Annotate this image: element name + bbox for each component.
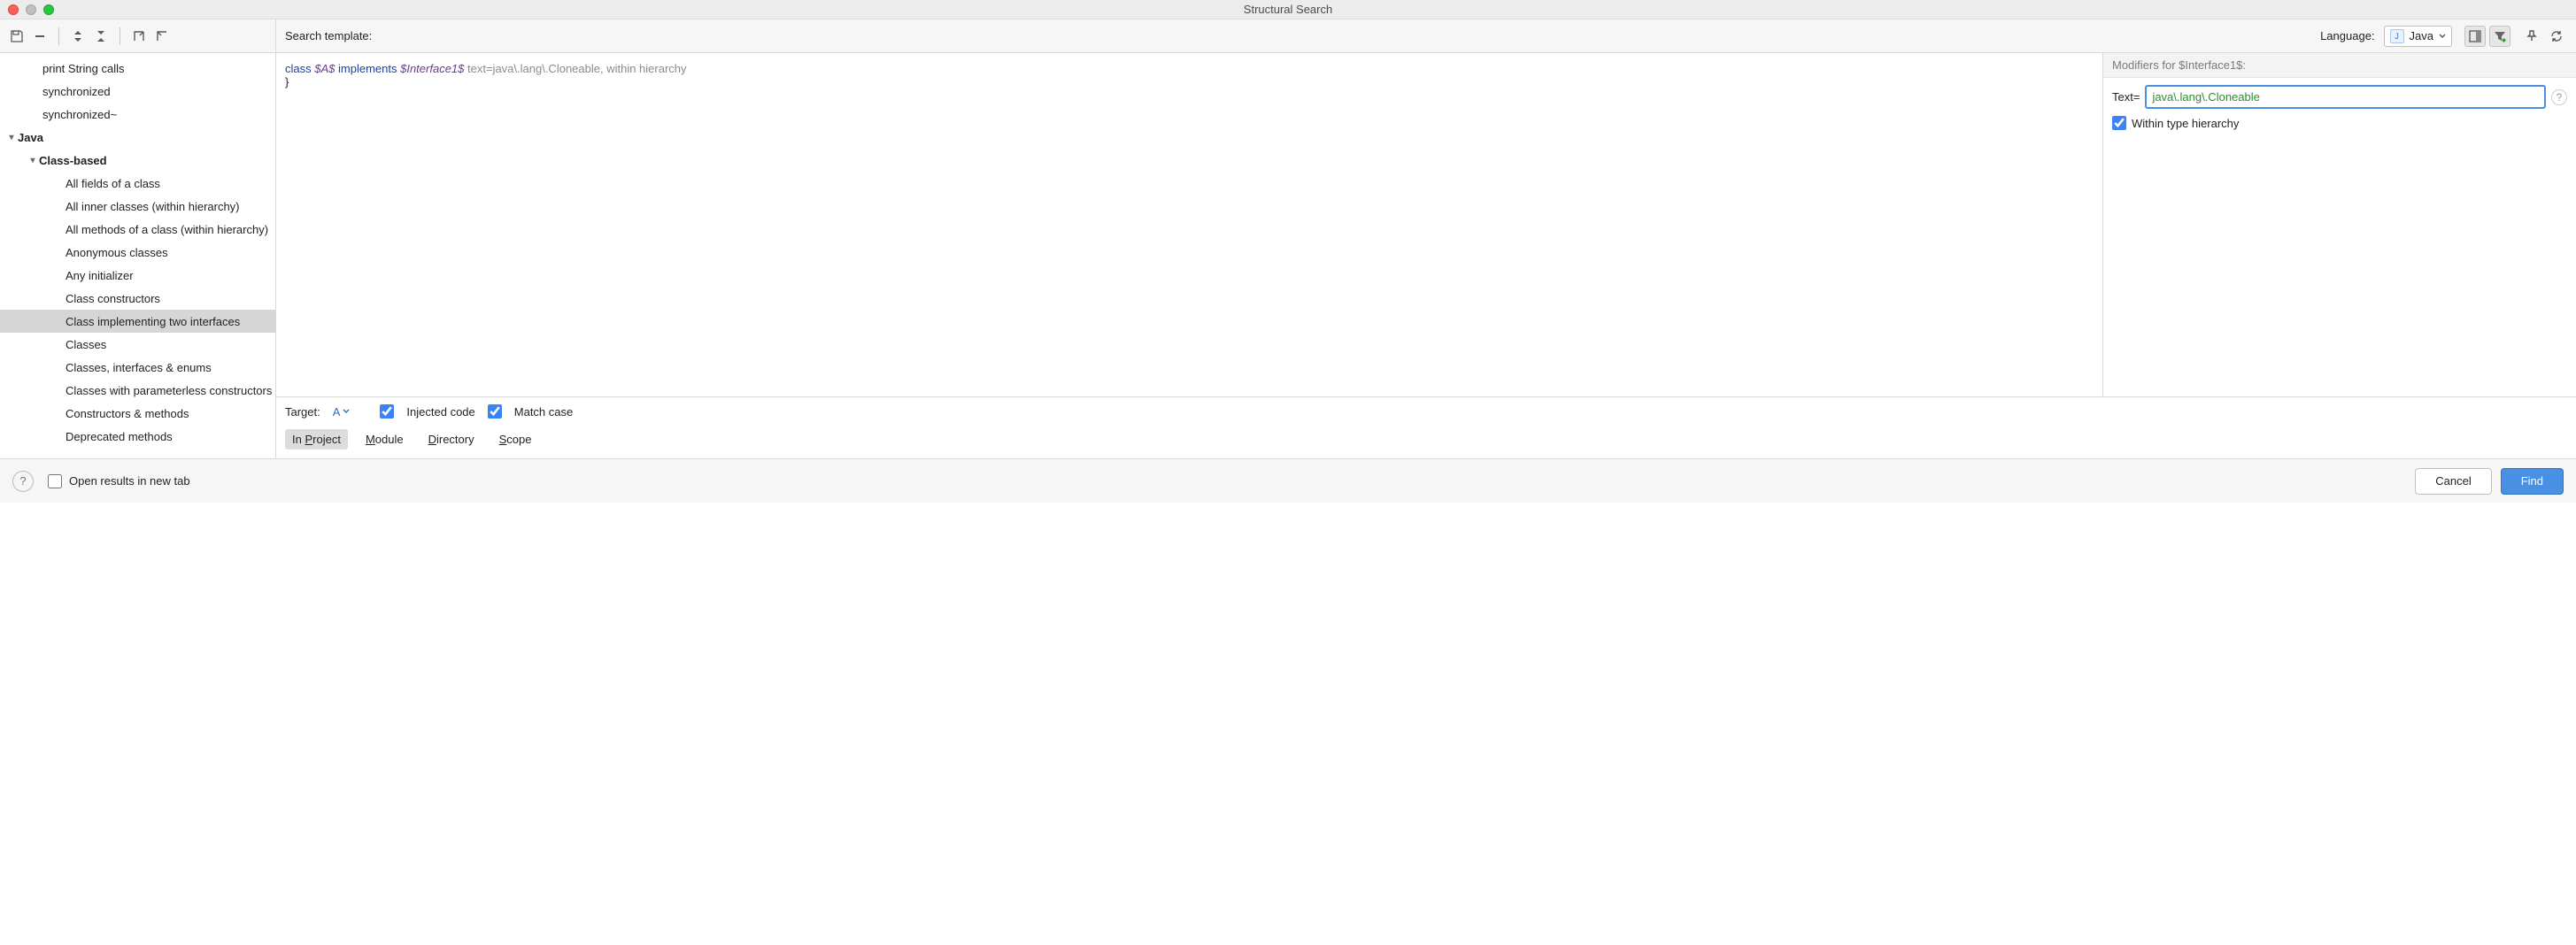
tree-group-java[interactable]: ▾Java	[0, 126, 275, 149]
content-area: class $A$ implements $Interface1$ text=j…	[276, 53, 2576, 458]
tree-item[interactable]: All methods of a class (within hierarchy…	[0, 218, 275, 241]
tree-item[interactable]: All fields of a class	[0, 172, 275, 195]
separator	[58, 27, 59, 45]
cancel-button[interactable]: Cancel	[2415, 468, 2491, 495]
remove-template-icon[interactable]	[30, 27, 50, 46]
match-case-label: Match case	[514, 405, 573, 419]
collapse-all-icon[interactable]	[91, 27, 111, 46]
tree-item[interactable]: Classes with parameterless constructors	[0, 379, 275, 402]
tree-item[interactable]: Class constructors	[0, 287, 275, 310]
chevron-down-icon	[343, 408, 350, 415]
templates-toolbar	[0, 19, 276, 52]
toggle-modifiers-panel-button[interactable]	[2464, 26, 2486, 47]
open-new-tab-checkbox[interactable]	[48, 474, 62, 488]
tree-item[interactable]: Anonymous classes	[0, 241, 275, 264]
main-area: print String calls synchronized synchron…	[0, 53, 2576, 458]
filter-button[interactable]	[2489, 26, 2510, 47]
editor-keyword: implements	[338, 62, 397, 75]
toolbar: Search template: Language: J Java	[0, 19, 2576, 53]
tree-item-selected[interactable]: Class implementing two interfaces	[0, 310, 275, 333]
help-button[interactable]: ?	[12, 471, 34, 492]
language-select[interactable]: J Java	[2384, 26, 2452, 47]
tree-item[interactable]: All inner classes (within hierarchy)	[0, 195, 275, 218]
target-select[interactable]: A	[333, 405, 351, 419]
modifiers-header: Modifiers for $Interface1$:	[2103, 53, 2576, 78]
editor-text: }	[285, 75, 2097, 88]
modifier-hierarchy-row: Within type hierarchy	[2112, 116, 2567, 130]
modifier-text-row: Text= ?	[2112, 85, 2567, 109]
modifiers-panel: Modifiers for $Interface1$: Text= ? With…	[2102, 53, 2576, 396]
tab-in-project[interactable]: In Project	[285, 429, 348, 449]
open-new-tab-option: Open results in new tab	[48, 474, 190, 488]
expand-all-icon[interactable]	[68, 27, 88, 46]
right-toolbar: Language: J Java	[2320, 19, 2576, 52]
center-toolbar: Search template:	[276, 29, 2320, 42]
editor-keyword: class	[285, 62, 312, 75]
tree-item[interactable]: Any initializer	[0, 264, 275, 287]
templates-tree[interactable]: print String calls synchronized synchron…	[0, 53, 275, 448]
scope-tabs: In Project Module Directory Scope	[285, 429, 2567, 449]
titlebar: Structural Search	[0, 0, 2576, 19]
tab-module[interactable]: Module	[359, 429, 411, 449]
editor-variable: $A$	[314, 62, 335, 75]
tree-item[interactable]: synchronized~	[0, 103, 275, 126]
lower-pane: Target: A Injected code Match case In Pr…	[276, 397, 2576, 458]
refresh-icon[interactable]	[2546, 26, 2567, 47]
template-editor[interactable]: class $A$ implements $Interface1$ text=j…	[276, 53, 2102, 396]
window-title: Structural Search	[0, 3, 2576, 16]
chevron-down-icon: ▾	[27, 156, 39, 165]
import-icon[interactable]	[152, 27, 172, 46]
target-label: Target:	[285, 405, 320, 419]
find-button[interactable]: Find	[2501, 468, 2564, 495]
tree-item[interactable]: Classes	[0, 333, 275, 356]
open-new-tab-label: Open results in new tab	[69, 474, 190, 488]
within-hierarchy-label: Within type hierarchy	[2132, 117, 2239, 130]
java-file-icon: J	[2390, 29, 2404, 43]
editor-inlay-hint: text=java\.lang\.Cloneable, within hiera…	[467, 62, 687, 75]
text-modifier-label: Text=	[2112, 90, 2140, 104]
tree-group-class-based[interactable]: ▾Class-based	[0, 149, 275, 172]
pin-icon[interactable]	[2521, 26, 2542, 47]
save-template-icon[interactable]	[7, 27, 27, 46]
chevron-down-icon	[2439, 33, 2446, 40]
upper-pane: class $A$ implements $Interface1$ text=j…	[276, 53, 2576, 397]
language-value: Java	[2410, 29, 2433, 42]
search-template-label: Search template:	[285, 29, 372, 42]
tree-item[interactable]: Classes, interfaces & enums	[0, 356, 275, 379]
export-icon[interactable]	[129, 27, 149, 46]
tree-item[interactable]: synchronized	[0, 80, 275, 103]
tab-scope[interactable]: Scope	[492, 429, 539, 449]
injected-code-label: Injected code	[406, 405, 474, 419]
within-hierarchy-checkbox[interactable]	[2112, 116, 2126, 130]
tree-item[interactable]: Constructors & methods	[0, 402, 275, 425]
templates-sidebar: print String calls synchronized synchron…	[0, 53, 276, 458]
match-case-checkbox[interactable]	[488, 404, 502, 419]
footer: ? Open results in new tab Cancel Find	[0, 458, 2576, 503]
tab-directory[interactable]: Directory	[421, 429, 482, 449]
injected-code-checkbox[interactable]	[380, 404, 394, 419]
options-row: Target: A Injected code Match case	[285, 404, 2567, 419]
editor-variable: $Interface1$	[400, 62, 464, 75]
tree-item[interactable]: print String calls	[0, 57, 275, 80]
chevron-down-icon: ▾	[5, 133, 18, 142]
text-modifier-input[interactable]	[2145, 85, 2546, 109]
help-icon[interactable]: ?	[2551, 89, 2567, 105]
tree-item[interactable]: Deprecated methods	[0, 425, 275, 448]
language-label: Language:	[2320, 29, 2374, 42]
